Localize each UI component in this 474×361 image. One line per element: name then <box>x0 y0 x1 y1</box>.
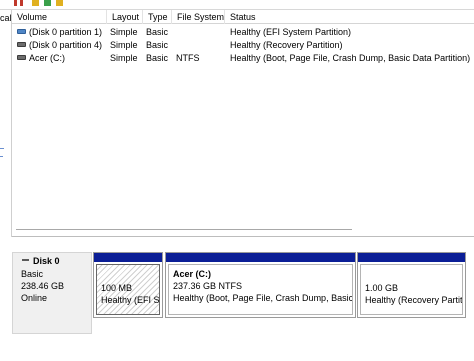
volume-row[interactable]: (Disk 0 partition 1) Simple Basic Health… <box>12 26 474 38</box>
folder-icon[interactable] <box>32 0 39 6</box>
partition-name: Acer (C:) <box>173 269 212 279</box>
volume-type: Basic <box>146 53 169 63</box>
volume-layout: Simple <box>110 53 138 63</box>
partition-size: 237.36 GB NTFS <box>173 281 243 291</box>
disk-size: 238.46 GB <box>21 281 65 291</box>
volume-row[interactable]: (Disk 0 partition 4) Simple Basic Health… <box>12 39 474 51</box>
volume-row[interactable]: Acer (C:) Simple Basic NTFS Healthy (Boo… <box>12 52 474 64</box>
toolbar <box>0 0 474 10</box>
volume-status: Healthy (EFI System Partition) <box>230 27 352 37</box>
partition-band <box>358 253 465 262</box>
disk-name: Disk 0 <box>33 256 60 266</box>
volume-name: (Disk 0 partition 1) <box>29 27 103 37</box>
tree-marker <box>0 156 3 157</box>
column-header-type[interactable]: Type <box>143 10 172 24</box>
partition-c-drive[interactable]: Acer (C:) 237.36 GB NTFS Healthy (Boot, … <box>165 252 356 318</box>
check-icon[interactable] <box>44 0 51 6</box>
volume-layout: Simple <box>110 27 138 37</box>
volume-status: Healthy (Boot, Page File, Crash Dump, Ba… <box>230 53 471 63</box>
disk-header[interactable]: Disk 0 Basic 238.46 GB Online <box>12 252 92 334</box>
partition-body: 100 MB Healthy (EFI Sy <box>96 264 160 315</box>
partition-band <box>166 253 355 262</box>
scrollbar-thumb[interactable] <box>16 229 352 230</box>
partition-status: Healthy (EFI Sy <box>101 295 160 305</box>
volume-list-header: Volume Layout Type File System Status <box>12 10 474 24</box>
disk-type: Basic <box>21 269 44 279</box>
undo-icon[interactable] <box>20 0 23 6</box>
partition-size: 100 MB <box>101 283 133 293</box>
column-header-filesystem[interactable]: File System <box>172 10 225 24</box>
console-tree-pane: cal <box>0 10 12 237</box>
partition-status: Healthy (Boot, Page File, Crash Dump, Ba… <box>173 293 353 303</box>
disk-gray-icon <box>17 55 26 60</box>
volume-name: (Disk 0 partition 4) <box>29 40 103 50</box>
disk-state: Online <box>21 293 48 303</box>
properties-icon[interactable] <box>56 0 63 6</box>
delete-icon[interactable] <box>14 0 17 6</box>
volume-name: Acer (C:) <box>29 53 65 63</box>
disk-graphical-view: Disk 0 Basic 238.46 GB Online 100 MB Hea… <box>0 238 474 361</box>
partition-efi[interactable]: 100 MB Healthy (EFI Sy <box>93 252 163 318</box>
horizontal-scrollbar[interactable] <box>12 228 352 231</box>
graphical-view-scrollbar[interactable] <box>0 355 474 361</box>
volume-list: Volume Layout Type File System Status (D… <box>12 10 474 237</box>
partition-band <box>94 253 162 262</box>
column-header-volume[interactable]: Volume <box>12 10 107 24</box>
volume-type: Basic <box>146 27 169 37</box>
partition-recovery[interactable]: 1.00 GB Healthy (Recovery Partit <box>357 252 466 318</box>
partition-body: Acer (C:) 237.36 GB NTFS Healthy (Boot, … <box>168 264 353 315</box>
console-tree-label: cal <box>0 13 12 23</box>
disk-gray-icon <box>17 42 26 47</box>
tree-marker <box>0 148 4 149</box>
volume-type: Basic <box>146 40 169 50</box>
partition-size: 1.00 GB <box>365 283 399 293</box>
volume-status: Healthy (Recovery Partition) <box>230 40 343 50</box>
disk-icon <box>22 259 29 261</box>
column-header-status[interactable]: Status <box>225 10 474 24</box>
volume-filesystem: NTFS <box>176 53 200 63</box>
partition-body: 1.00 GB Healthy (Recovery Partit <box>360 264 463 315</box>
volume-layout: Simple <box>110 40 138 50</box>
disk-blue-icon <box>17 29 26 34</box>
column-header-layout[interactable]: Layout <box>107 10 143 24</box>
partition-status: Healthy (Recovery Partit <box>365 295 463 305</box>
